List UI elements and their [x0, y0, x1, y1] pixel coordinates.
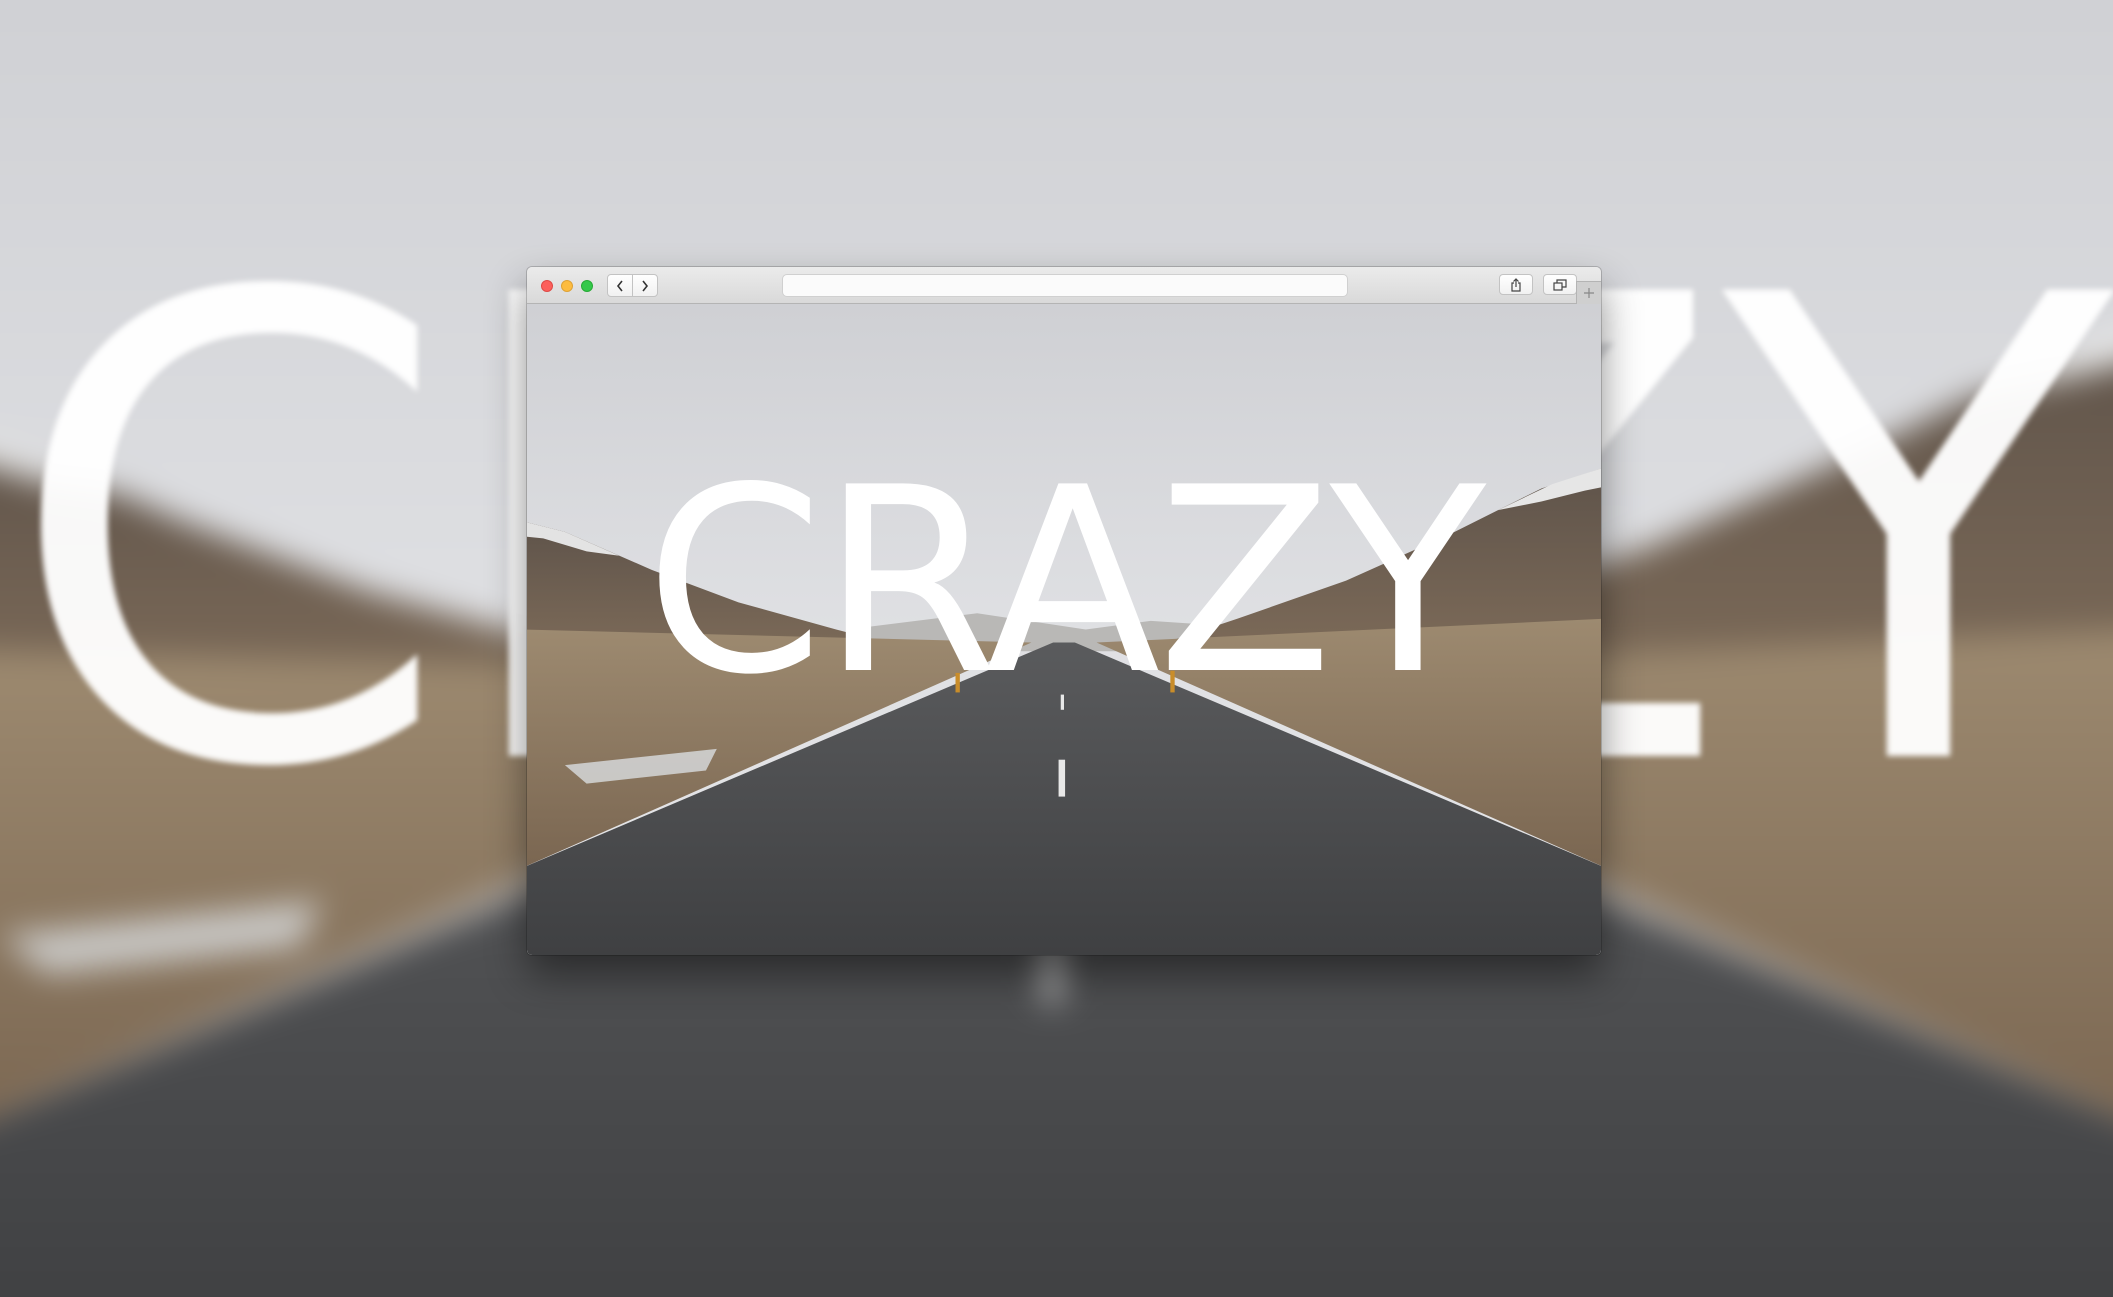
address-bar[interactable]	[782, 274, 1348, 297]
share-icon	[1511, 277, 1521, 292]
browser-toolbar	[527, 267, 1601, 304]
back-button[interactable]	[607, 274, 633, 297]
tabs-overview-button[interactable]	[1543, 274, 1577, 295]
chevron-right-icon	[642, 280, 649, 291]
zoom-button[interactable]	[581, 280, 593, 292]
share-button[interactable]	[1499, 274, 1533, 295]
chevron-left-icon	[616, 280, 623, 291]
minimize-button[interactable]	[561, 280, 573, 292]
browser-window: CRAZY	[527, 267, 1601, 955]
page-content: CRAZY	[527, 304, 1601, 955]
page-headline: CRAZY	[644, 433, 1486, 731]
tabs-overview-icon	[1553, 278, 1567, 291]
forward-button[interactable]	[632, 274, 658, 297]
close-button[interactable]	[541, 280, 553, 292]
new-tab-button[interactable]	[1576, 281, 1601, 304]
plus-icon	[1584, 288, 1594, 298]
